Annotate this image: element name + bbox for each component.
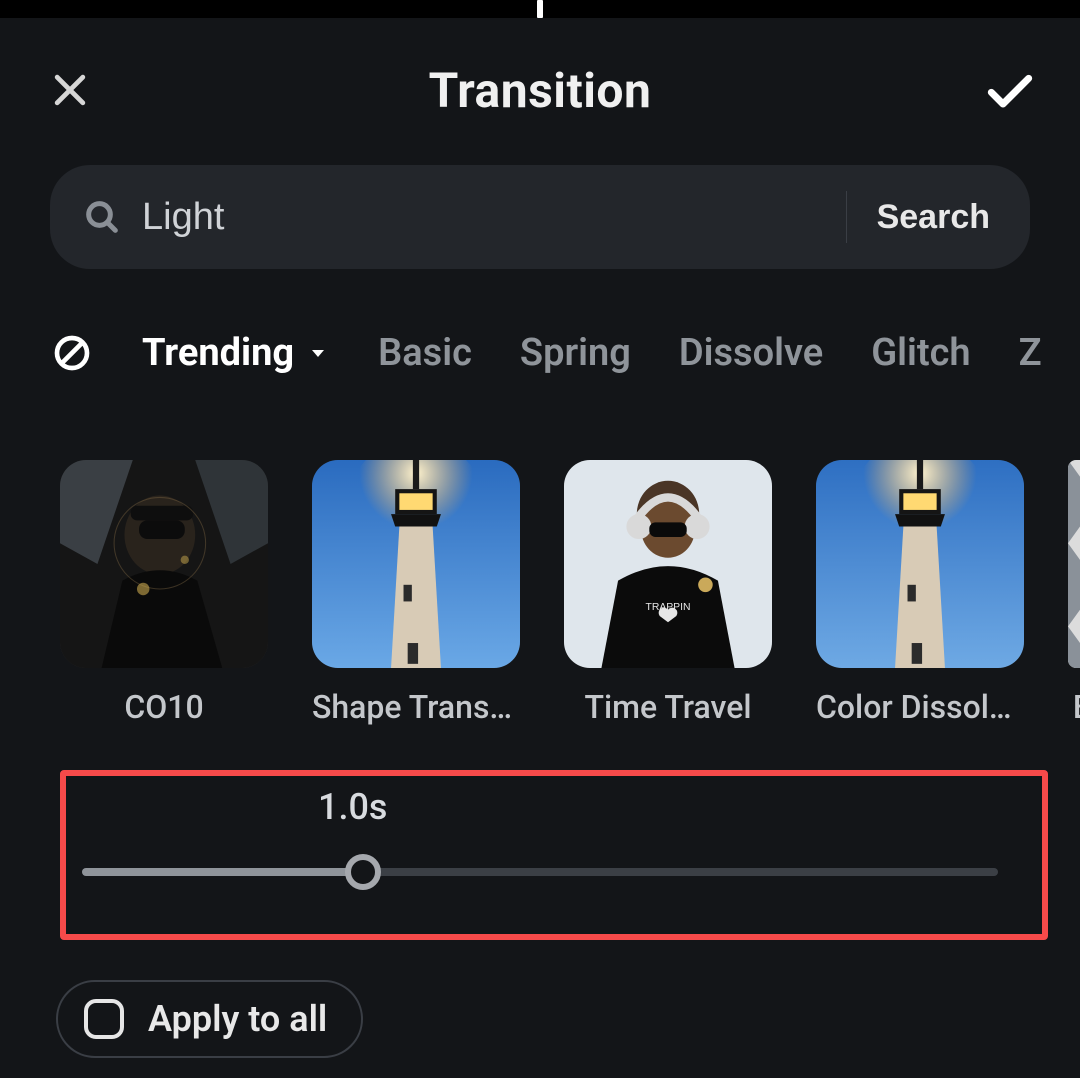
chevron-down-icon <box>306 341 330 365</box>
category-tabs: Trending Basic Spring Dissolve Glitch Z <box>50 318 1080 388</box>
tab-dissolve[interactable]: Dissolve <box>679 331 823 375</box>
gallery-item: Color Dissolv… <box>816 460 1024 740</box>
apply-to-all-label: Apply to all <box>148 998 327 1040</box>
apply-to-all-button[interactable]: Apply to all <box>56 980 363 1058</box>
tab-spring[interactable]: Spring <box>520 331 631 375</box>
thumb-lighthouse-icon <box>312 460 520 668</box>
duration-slider-handle[interactable] <box>345 854 381 890</box>
tab-label: Trending <box>142 331 294 375</box>
duration-highlight-box <box>60 770 1048 940</box>
prohibit-icon <box>52 333 92 373</box>
gallery-label: Time Travel <box>585 688 752 726</box>
confirm-button[interactable] <box>980 60 1040 120</box>
gallery-thumb[interactable] <box>1068 460 1080 668</box>
tab-label: Basic <box>378 331 472 375</box>
gallery-thumb[interactable]: TRAPPIN <box>564 460 772 668</box>
checkbox-icon <box>84 999 124 1039</box>
gallery-thumb[interactable] <box>312 460 520 668</box>
divider <box>846 191 847 243</box>
gallery-thumb[interactable] <box>816 460 1024 668</box>
tab-label: Dissolve <box>679 331 823 375</box>
tab-label: Spring <box>520 331 631 375</box>
thumb-person-headphones-icon: TRAPPIN <box>564 460 772 668</box>
gallery-label: B <box>1073 688 1080 726</box>
gallery-item: TRAPPIN Time Travel <box>564 460 772 740</box>
tab-more[interactable]: Z <box>1019 331 1042 375</box>
tab-basic[interactable]: Basic <box>378 331 472 375</box>
none-transition-button[interactable] <box>50 331 94 375</box>
close-icon <box>48 68 92 112</box>
checkmark-icon <box>982 62 1038 118</box>
duration-slider[interactable] <box>82 868 998 876</box>
search-button[interactable]: Search <box>877 198 1000 237</box>
tab-trending[interactable]: Trending <box>142 331 330 375</box>
thumb-pattern-icon <box>1068 460 1080 668</box>
gallery-item: Shape Transit… <box>312 460 520 740</box>
gallery-label: Color Dissolv… <box>816 688 1024 726</box>
header: Transition <box>0 55 1080 125</box>
gallery-label: Shape Transit… <box>312 688 520 726</box>
thumb-lighthouse-icon <box>816 460 1024 668</box>
gallery-label: CO10 <box>124 688 203 726</box>
playhead-tick-icon <box>537 0 543 18</box>
gallery-item: B <box>1068 460 1080 740</box>
duration-value: 1.0s <box>318 786 387 828</box>
gallery-item: CO10 <box>60 460 268 740</box>
search-input[interactable] <box>142 196 828 239</box>
tab-label: Z <box>1019 331 1042 375</box>
search-bar: Search <box>50 165 1030 269</box>
close-button[interactable] <box>40 60 100 120</box>
top-bar <box>0 0 1080 18</box>
page-title: Transition <box>429 62 652 119</box>
transition-gallery: CO10 <box>60 460 1080 740</box>
search-icon <box>80 195 124 239</box>
thumb-person-dark-icon <box>60 460 268 668</box>
gallery-thumb[interactable] <box>60 460 268 668</box>
tab-glitch[interactable]: Glitch <box>871 331 970 375</box>
tab-label: Glitch <box>871 331 970 375</box>
